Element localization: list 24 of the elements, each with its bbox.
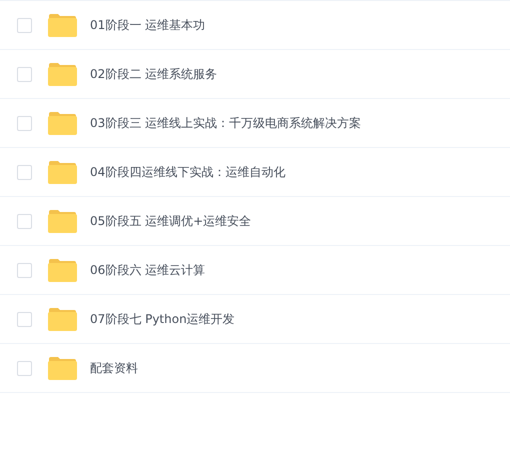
folder-icon [48,308,77,330]
checkbox[interactable] [17,116,32,130]
folder-name[interactable]: 04阶段四运维线下实战：运维自动化 [90,163,286,181]
folder-icon [48,14,77,36]
checkbox[interactable] [17,18,32,32]
checkbox[interactable] [17,164,32,180]
folder-name[interactable]: 06阶段六 运维云计算 [90,261,206,279]
folder-icon [48,210,77,232]
folder-icon [48,112,77,134]
folder-name[interactable]: 配套资料 [90,359,138,377]
folder-name[interactable]: 07阶段七 Python运维开发 [90,310,235,328]
folder-name[interactable]: 01阶段一 运维基本功 [90,16,206,34]
folder-icon [48,356,77,380]
checkbox[interactable] [17,214,32,228]
folder-icon [48,160,77,184]
checkbox[interactable] [17,66,32,82]
folder-icon [48,62,77,86]
folder-name[interactable]: 05阶段五 运维调优+运维安全 [90,212,252,230]
checkbox[interactable] [17,312,32,326]
folder-name[interactable]: 03阶段三 运维线上实战：千万级电商系统解决方案 [90,114,362,132]
folder-icon [48,258,77,282]
folder-name[interactable]: 02阶段二 运维系统服务 [90,65,218,83]
checkbox[interactable] [17,262,32,278]
checkbox[interactable] [17,360,32,376]
